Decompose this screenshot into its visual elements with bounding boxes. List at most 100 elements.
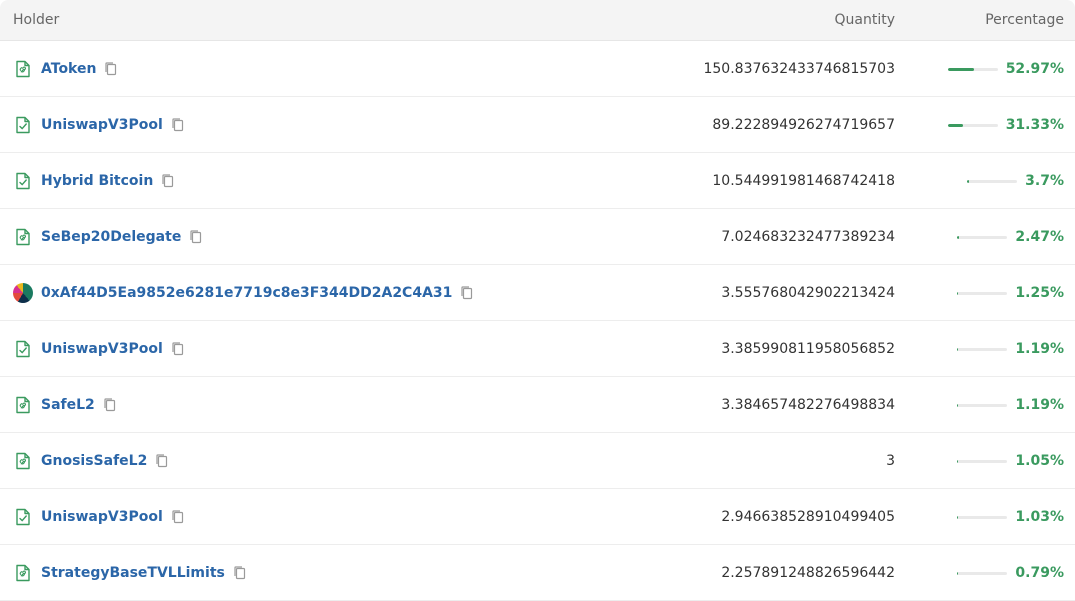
contract-file-icon <box>13 563 33 583</box>
quantity-value: 3.384657482276498834 <box>721 397 895 413</box>
copy-icon[interactable] <box>103 397 117 413</box>
percentage-bar-fill <box>957 515 959 519</box>
column-header-percentage: Percentage <box>985 12 1064 28</box>
holder-cell: Hybrid Bitcoin <box>13 153 175 209</box>
percentage-cell: 2.47% <box>957 209 1064 265</box>
holder-cell: GnosisSafeL2 <box>13 433 169 489</box>
percentage-value: 52.97% <box>1005 61 1064 77</box>
percentage-cell: 1.25% <box>957 265 1064 321</box>
percentage-cell: 52.97% <box>947 41 1064 97</box>
verified-contract-icon <box>13 339 33 359</box>
holder-link[interactable]: AToken <box>41 61 96 77</box>
quantity-value: 89.222894926274719657 <box>712 117 895 133</box>
holder-cell: UniswapV3Pool <box>13 321 185 377</box>
table-row: 0xAf44D5Ea9852e6281e7719c8e3F344DD2A2C4A… <box>0 265 1075 321</box>
holder-cell: SafeL2 <box>13 377 117 433</box>
verified-contract-icon <box>13 115 33 135</box>
percentage-value: 31.33% <box>1005 117 1064 133</box>
holder-link[interactable]: StrategyBaseTVLLimits <box>41 565 225 581</box>
table-row: AToken 150.837632433746815703 52.97% <box>0 41 1075 97</box>
holder-link[interactable]: UniswapV3Pool <box>41 117 163 133</box>
percentage-bar <box>947 67 998 71</box>
quantity-value: 2.257891248826596442 <box>721 565 895 581</box>
percentage-bar <box>957 235 1008 239</box>
percentage-bar <box>957 403 1008 407</box>
quantity-value: 3.385990811958056852 <box>721 341 895 357</box>
table-row: GnosisSafeL2 3 1.05% <box>0 433 1075 489</box>
copy-icon[interactable] <box>233 565 247 581</box>
percentage-bar <box>967 179 1018 183</box>
copy-icon[interactable] <box>155 453 169 469</box>
percentage-value: 1.19% <box>1015 341 1064 357</box>
percentage-bar <box>957 291 1008 295</box>
holder-cell: UniswapV3Pool <box>13 489 185 545</box>
holder-cell: 0xAf44D5Ea9852e6281e7719c8e3F344DD2A2C4A… <box>13 265 474 321</box>
table-row: SafeL2 3.384657482276498834 1.19% <box>0 377 1075 433</box>
percentage-bar-fill <box>957 459 959 463</box>
percentage-bar <box>947 123 998 127</box>
copy-icon[interactable] <box>161 173 175 189</box>
table-body: AToken 150.837632433746815703 52.97% Uniswa… <box>0 41 1075 601</box>
holder-link[interactable]: GnosisSafeL2 <box>41 453 147 469</box>
percentage-bar-fill <box>957 235 959 239</box>
percentage-value: 1.05% <box>1015 453 1064 469</box>
holder-cell: UniswapV3Pool <box>13 97 185 153</box>
percentage-bar-fill <box>947 67 975 71</box>
contract-file-icon <box>13 227 33 247</box>
copy-icon[interactable] <box>171 117 185 133</box>
holder-link[interactable]: SafeL2 <box>41 397 95 413</box>
quantity-value: 150.837632433746815703 <box>703 61 895 77</box>
verified-contract-icon <box>13 171 33 191</box>
contract-file-icon <box>13 395 33 415</box>
table-header: Holder Quantity Percentage <box>0 0 1075 41</box>
quantity-value: 3 <box>886 453 895 469</box>
holder-link[interactable]: Hybrid Bitcoin <box>41 173 153 189</box>
copy-icon[interactable] <box>460 285 474 301</box>
holder-cell: AToken <box>13 41 118 97</box>
percentage-bar <box>957 347 1008 351</box>
table-row: SeBep20Delegate 7.024683232477389234 2.47% <box>0 209 1075 265</box>
table-row: UniswapV3Pool 2.946638528910499405 1.03% <box>0 489 1075 545</box>
percentage-cell: 3.7% <box>967 153 1064 209</box>
percentage-value: 1.19% <box>1015 397 1064 413</box>
percentage-bar <box>957 571 1008 575</box>
holder-link[interactable]: 0xAf44D5Ea9852e6281e7719c8e3F344DD2A2C4A… <box>41 285 452 301</box>
table-row: UniswapV3Pool 3.385990811958056852 1.19% <box>0 321 1075 377</box>
table-row: Hybrid Bitcoin 10.544991981468742418 3.7% <box>0 153 1075 209</box>
percentage-value: 1.25% <box>1015 285 1064 301</box>
copy-icon[interactable] <box>171 509 185 525</box>
contract-file-icon <box>13 59 33 79</box>
percentage-value: 0.79% <box>1015 565 1064 581</box>
column-header-quantity: Quantity <box>834 12 896 28</box>
verified-contract-icon <box>13 507 33 527</box>
percentage-value: 2.47% <box>1015 229 1064 245</box>
percentage-value: 1.03% <box>1015 509 1064 525</box>
percentage-cell: 31.33% <box>947 97 1064 153</box>
quantity-value: 10.544991981468742418 <box>712 173 895 189</box>
percentage-bar <box>957 459 1008 463</box>
copy-icon[interactable] <box>171 341 185 357</box>
percentage-bar-fill <box>957 291 959 295</box>
copy-icon[interactable] <box>104 61 118 77</box>
holders-table: Holder Quantity Percentage AToken 150.837… <box>0 0 1075 601</box>
contract-file-icon <box>13 451 33 471</box>
column-header-holder: Holder <box>13 12 60 28</box>
percentage-cell: 1.05% <box>957 433 1064 489</box>
percentage-bar-fill <box>947 123 964 127</box>
percentage-cell: 0.79% <box>957 545 1064 601</box>
percentage-cell: 1.19% <box>957 321 1064 377</box>
percentage-bar <box>957 515 1008 519</box>
copy-icon[interactable] <box>189 229 203 245</box>
percentage-bar-fill <box>957 347 959 351</box>
holder-cell: StrategyBaseTVLLimits <box>13 545 247 601</box>
quantity-value: 7.024683232477389234 <box>721 229 895 245</box>
quantity-value: 2.946638528910499405 <box>721 509 895 525</box>
percentage-value: 3.7% <box>1025 173 1064 189</box>
percentage-cell: 1.19% <box>957 377 1064 433</box>
percentage-cell: 1.03% <box>957 489 1064 545</box>
holder-link[interactable]: UniswapV3Pool <box>41 509 163 525</box>
percentage-bar-fill <box>957 571 959 575</box>
holder-cell: SeBep20Delegate <box>13 209 203 265</box>
holder-link[interactable]: SeBep20Delegate <box>41 229 181 245</box>
holder-link[interactable]: UniswapV3Pool <box>41 341 163 357</box>
